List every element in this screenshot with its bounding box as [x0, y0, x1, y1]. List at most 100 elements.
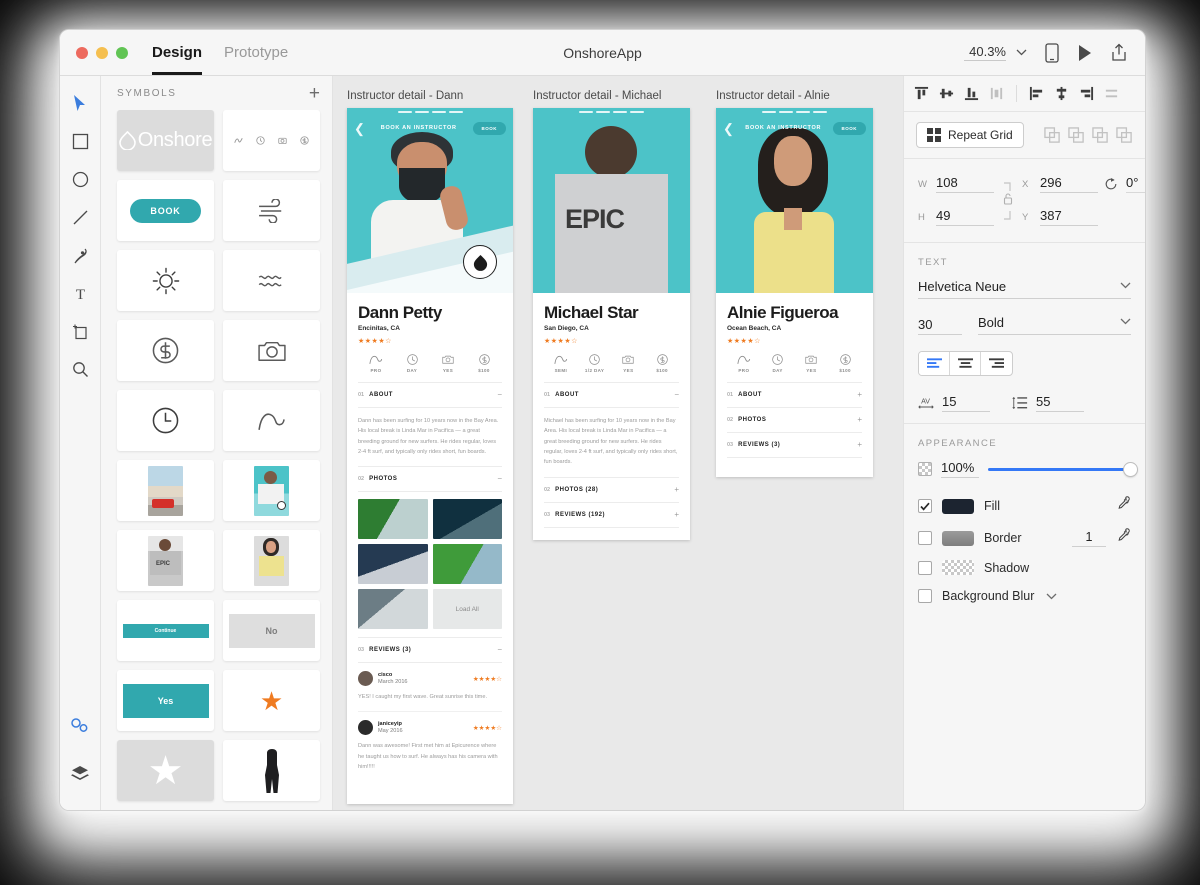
section-header-about[interactable]: 01 ABOUT −	[358, 383, 502, 408]
minimize-button[interactable]	[96, 46, 108, 59]
section-toggle-icon[interactable]: +	[674, 510, 679, 519]
boolean-add-icon[interactable]	[1044, 126, 1061, 144]
design-canvas[interactable]: Instructor detail - Dann ❮ BOOK AN INSTR…	[333, 76, 903, 810]
boolean-intersect-icon[interactable]	[1092, 126, 1109, 144]
shadow-checkbox[interactable]	[918, 560, 932, 575]
shadow-color-swatch[interactable]	[942, 560, 974, 575]
photo-thumb[interactable]	[358, 544, 428, 585]
wind-icon-symbol[interactable]	[223, 180, 320, 241]
artboard-label[interactable]: Instructor detail - Michael	[533, 90, 690, 102]
tab-design[interactable]: Design	[152, 30, 203, 75]
distribute-vertical-icon[interactable]	[1104, 86, 1119, 101]
opacity-slider[interactable]	[988, 462, 1137, 476]
section-toggle-icon[interactable]: +	[674, 485, 679, 494]
wetsuit-symbol[interactable]	[223, 740, 320, 801]
book-button[interactable]: BOOK	[472, 121, 506, 135]
line-height-value[interactable]: 55	[1036, 394, 1084, 412]
border-checkbox[interactable]	[918, 531, 932, 545]
device-preview-icon[interactable]	[1045, 42, 1059, 63]
wave-icon-symbol[interactable]	[223, 390, 320, 451]
fill-color-swatch[interactable]	[942, 498, 974, 514]
text-tool[interactable]: T	[65, 278, 95, 308]
font-size-value[interactable]: 30	[918, 317, 962, 335]
no-button-symbol[interactable]: No	[223, 600, 320, 661]
add-symbol-button[interactable]: +	[309, 84, 320, 103]
alnie-photo-symbol[interactable]	[223, 530, 320, 591]
height-value[interactable]: 49	[936, 208, 994, 226]
epic-photo-symbol[interactable]: EPIC	[117, 530, 214, 591]
align-center-button[interactable]	[950, 352, 981, 375]
fill-checkbox[interactable]	[918, 499, 932, 513]
section-header-photos[interactable]: 02 PHOTOS +	[727, 408, 862, 433]
x-field[interactable]: X 296	[1022, 175, 1098, 193]
opacity-value[interactable]: 100%	[941, 460, 979, 478]
book-button-symbol[interactable]: BOOK	[117, 180, 214, 241]
surfer-photo-symbol[interactable]	[223, 460, 320, 521]
icon-row-symbol[interactable]	[223, 110, 320, 171]
align-bottom-icon[interactable]	[964, 86, 979, 101]
artboard-label[interactable]: Instructor detail - Dann	[347, 90, 513, 102]
line-height-field[interactable]: 55	[1012, 394, 1084, 412]
align-right-icon[interactable]	[1079, 86, 1094, 101]
y-field[interactable]: Y 387	[1022, 208, 1098, 226]
section-toggle-icon[interactable]: −	[497, 475, 502, 483]
x-value[interactable]: 296	[1040, 175, 1098, 193]
section-header-photos[interactable]: 02 PHOTOS (28) +	[544, 478, 679, 503]
distribute-horizontal-icon[interactable]	[989, 86, 1004, 101]
align-middle-icon[interactable]	[939, 86, 954, 101]
dollar-icon-symbol[interactable]	[117, 320, 214, 381]
border-color-swatch[interactable]	[942, 530, 974, 546]
fill-row[interactable]: Fill	[918, 496, 1131, 516]
background-blur-checkbox[interactable]	[918, 589, 932, 603]
align-top-icon[interactable]	[914, 86, 929, 101]
play-icon[interactable]	[1077, 44, 1093, 62]
fill-eyedropper-icon[interactable]	[1116, 496, 1131, 516]
width-field[interactable]: W 108	[918, 175, 994, 193]
book-button[interactable]: BOOK	[832, 121, 866, 135]
align-center-icon[interactable]	[1054, 86, 1069, 101]
section-header-about[interactable]: 01 ABOUT −	[544, 383, 679, 408]
y-value[interactable]: 387	[1040, 208, 1098, 226]
rotation-value[interactable]: 0°	[1126, 175, 1145, 193]
zoom-tool[interactable]	[65, 354, 95, 384]
tab-prototype[interactable]: Prototype	[224, 30, 288, 75]
photo-thumb[interactable]	[432, 544, 502, 585]
maximize-button[interactable]	[116, 46, 128, 59]
orange-star-symbol[interactable]: ★	[223, 670, 320, 731]
letter-spacing-value[interactable]: 15	[942, 394, 990, 412]
artboard-alnie[interactable]: Instructor detail - Alnie ❮ BOOK AN INST…	[716, 90, 873, 477]
artboard-frame[interactable]: ❮ BOOK AN INSTRUCTOR BOOK Dann Petty Enc…	[347, 108, 513, 804]
load-all-button[interactable]: Load All	[432, 589, 502, 630]
border-width-value[interactable]: 1	[1072, 530, 1106, 547]
back-icon[interactable]: ❮	[723, 122, 734, 135]
rotation-field[interactable]: 0°	[1104, 175, 1145, 193]
back-icon[interactable]: ❮	[354, 122, 365, 135]
border-eyedropper-icon[interactable]	[1116, 528, 1131, 548]
lock-aspect-ratio-toggle[interactable]	[1000, 179, 1016, 223]
chevron-down-icon[interactable]	[1046, 587, 1057, 605]
artboard-label[interactable]: Instructor detail - Alnie	[716, 90, 873, 102]
section-toggle-icon[interactable]: −	[674, 391, 679, 399]
height-field[interactable]: H 49	[918, 208, 994, 226]
logo-symbol[interactable]: Onshore	[117, 110, 214, 171]
share-icon[interactable]	[1111, 43, 1127, 62]
section-header-reviews[interactable]: 03 REVIEWS (3) +	[727, 433, 862, 458]
layers-panel-icon[interactable]	[65, 758, 95, 788]
section-toggle-icon[interactable]: +	[857, 441, 862, 449]
sun-icon-symbol[interactable]	[117, 250, 214, 311]
close-button[interactable]	[76, 46, 88, 59]
border-row[interactable]: Border 1	[918, 528, 1131, 548]
waves-icon-symbol[interactable]	[223, 250, 320, 311]
artboard-michael[interactable]: Instructor detail - Michael EPIC Michael…	[533, 90, 690, 540]
camera-icon-symbol[interactable]	[223, 320, 320, 381]
photo-thumb[interactable]	[432, 499, 502, 540]
section-header-reviews[interactable]: 03 REVIEWS (192) +	[544, 503, 679, 528]
yes-button-symbol[interactable]: Yes	[117, 670, 214, 731]
section-header-reviews[interactable]: 03 REVIEWS (3) −	[358, 637, 502, 664]
continue-button-symbol[interactable]: Continue	[117, 600, 214, 661]
align-left-button[interactable]	[919, 352, 950, 375]
align-left-icon[interactable]	[1029, 86, 1044, 101]
boolean-exclude-icon[interactable]	[1116, 126, 1133, 144]
section-toggle-icon[interactable]: −	[497, 646, 502, 654]
slider-handle[interactable]	[1124, 462, 1137, 476]
